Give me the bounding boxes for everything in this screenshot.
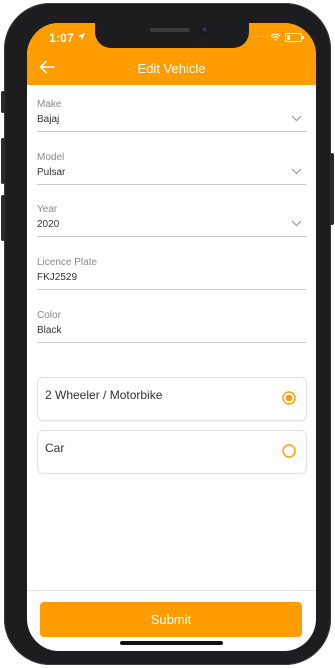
status-indicators: ···· (251, 31, 304, 43)
color-field[interactable]: Color Black (37, 310, 306, 343)
color-label: Color (37, 310, 61, 321)
front-camera (200, 25, 209, 34)
year-select[interactable]: Year 2020 (37, 204, 306, 237)
make-label: Make (37, 99, 62, 110)
option-car[interactable]: Car (37, 430, 307, 474)
device-notch (95, 23, 249, 48)
phone-frame: 1:07 ···· Edit Vehicle Make Bajaj Model … (1, 3, 334, 665)
footer-divider (27, 590, 316, 591)
volume-down-button (1, 195, 5, 241)
radio-unselected-icon[interactable] (282, 444, 296, 458)
chevron-down-icon (291, 115, 302, 122)
silent-switch (1, 91, 5, 113)
licence-plate-label: Licence Plate (37, 257, 98, 268)
model-value: Pulsar (37, 167, 66, 178)
power-button (330, 153, 334, 225)
make-value: Bajaj (37, 114, 60, 125)
option-motorbike-label: 2 Wheeler / Motorbike (45, 388, 163, 402)
licence-plate-value: FKJ2529 (37, 272, 78, 283)
app-header: 1:07 ···· Edit Vehicle (27, 23, 316, 85)
wifi-icon (270, 33, 281, 41)
year-value: 2020 (37, 219, 60, 230)
home-indicator (120, 641, 223, 645)
chevron-down-icon (291, 220, 302, 227)
page-title: Edit Vehicle (137, 61, 206, 76)
volume-up-button (1, 138, 5, 184)
option-car-label: Car (45, 441, 65, 455)
app-screen: 1:07 ···· Edit Vehicle Make Bajaj Model … (27, 23, 316, 651)
chevron-down-icon (291, 168, 302, 175)
make-select[interactable]: Make Bajaj (37, 99, 306, 132)
year-label: Year (37, 204, 58, 215)
color-value: Black (37, 325, 62, 336)
signal-dots-icon: ···· (251, 32, 266, 41)
radio-selected-icon[interactable] (282, 391, 296, 405)
model-select[interactable]: Model Pulsar (37, 152, 306, 185)
battery-low-icon (285, 32, 304, 42)
location-arrow-icon (77, 32, 86, 41)
submit-button[interactable]: Submit (40, 602, 302, 637)
model-label: Model (37, 152, 65, 163)
licence-plate-field[interactable]: Licence Plate FKJ2529 (37, 257, 306, 290)
option-motorbike[interactable]: 2 Wheeler / Motorbike (37, 377, 307, 421)
status-time: 1:07 (49, 31, 74, 45)
speaker-grille (150, 28, 190, 32)
